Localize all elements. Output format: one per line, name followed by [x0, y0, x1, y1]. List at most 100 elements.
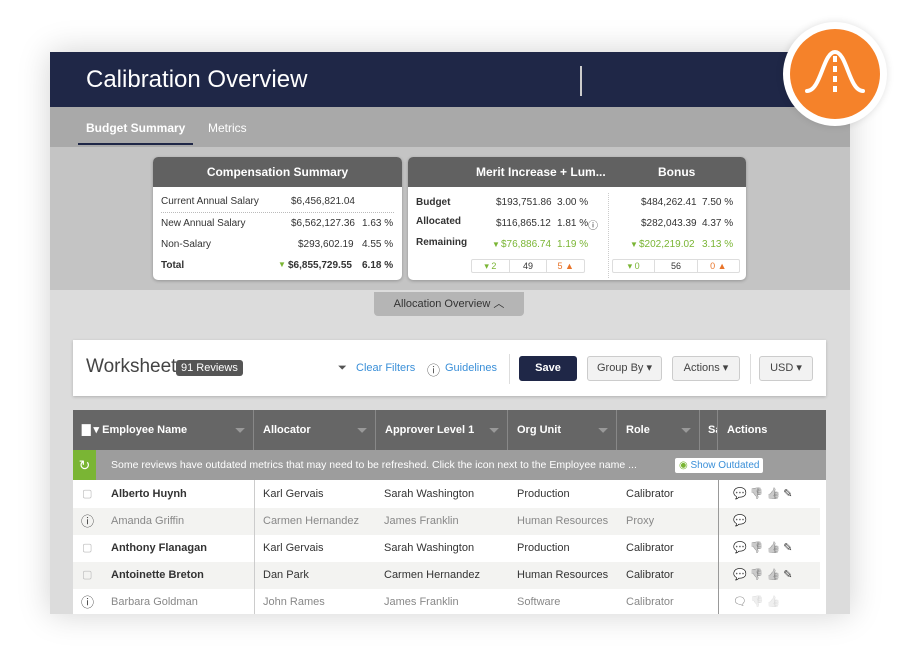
- guidelines-link[interactable]: Guidelines: [445, 362, 497, 374]
- chevron-up-icon: ︿: [493, 298, 505, 310]
- count-below: ▾ 0: [613, 260, 656, 272]
- compensation-summary-card: Compensation Summary Current Annual Sala…: [153, 157, 402, 280]
- row-label: New Annual Salary: [161, 218, 246, 229]
- row-checkbox[interactable]: ▢: [82, 535, 92, 562]
- thumbs-up-icon[interactable]: 👍: [767, 596, 781, 608]
- comment-icon[interactable]: 💬: [733, 542, 747, 554]
- worksheet-toolbar: Worksheet 91 Reviews ⏷ Clear Filters ⓘ G…: [73, 340, 826, 396]
- edit-icon[interactable]: ✎: [783, 488, 792, 500]
- group-by-dropdown[interactable]: Group By ▾: [587, 356, 662, 381]
- actions-dropdown[interactable]: Actions ▾: [672, 356, 740, 381]
- allocator: Karl Gervais: [263, 542, 324, 554]
- info-icon[interactable]: ⓘ: [81, 589, 94, 614]
- bonus-title: Bonus: [658, 165, 696, 179]
- row-label: Non-Salary: [161, 239, 212, 250]
- thumbs-down-icon[interactable]: 👎: [750, 596, 764, 608]
- row-checkbox[interactable]: ▢: [82, 481, 92, 508]
- refresh-icon: ◉: [679, 460, 688, 471]
- allocator: Carmen Hernandez: [263, 515, 359, 527]
- thumbs-up-icon[interactable]: 👍: [767, 542, 781, 554]
- row-label: Allocated: [416, 216, 462, 227]
- card-title: Compensation Summary: [153, 157, 402, 187]
- info-icon[interactable]: ⓘ: [81, 508, 94, 535]
- column-label: Allocator: [263, 424, 311, 436]
- thumbs-down-icon[interactable]: 👎: [750, 542, 764, 554]
- filter-icon[interactable]: ⏷: [489, 410, 499, 450]
- row-value: $6,562,127.36: [291, 218, 355, 229]
- row-pct: 4.55 %: [362, 239, 394, 250]
- row-label: Remaining: [416, 237, 468, 248]
- select-all-checkbox[interactable]: ▇: [82, 424, 90, 436]
- comment-icon[interactable]: 🗨: [733, 596, 747, 608]
- table-row[interactable]: ⓘ Barbara Goldman John Rames James Franklin…: [73, 589, 820, 614]
- bonus-counts: ▾ 0 56 0 ▲: [612, 259, 740, 273]
- refresh-icon[interactable]: ↻: [73, 450, 96, 480]
- table-row[interactable]: ▢ Anthony Flanagan Karl Gervais Sarah Washi…: [73, 535, 820, 562]
- edit-icon[interactable]: ✎: [783, 569, 792, 581]
- column-label: Org Unit: [517, 424, 561, 436]
- allocator: Karl Gervais: [263, 488, 324, 500]
- filter-icon[interactable]: ⏷: [235, 410, 245, 450]
- comment-icon[interactable]: 💬: [733, 488, 747, 500]
- info-icon[interactable]: ⓘ: [588, 217, 598, 232]
- comment-icon[interactable]: 💬: [733, 569, 747, 581]
- comment-icon[interactable]: 💬: [733, 515, 747, 527]
- actions-label: Actions: [683, 362, 720, 374]
- org-unit: Production: [517, 488, 570, 500]
- table-row[interactable]: ⓘ Amanda Griffin Carmen Hernandez James Fra…: [73, 508, 820, 535]
- reviews-badge: 91 Reviews: [176, 360, 243, 376]
- count-within: 49: [510, 260, 548, 272]
- row-checkbox[interactable]: ▢: [82, 562, 92, 589]
- allocation-overview-toggle[interactable]: Allocation Overview ︿: [374, 292, 524, 316]
- approver: James Franklin: [384, 596, 459, 608]
- approver: Sarah Washington: [384, 488, 475, 500]
- column-org-unit[interactable]: Org Unit ⏷: [508, 410, 617, 450]
- table-row[interactable]: ▢ Alberto Huynh Karl Gervais Sarah Washingt…: [73, 481, 820, 508]
- edit-icon[interactable]: ✎: [783, 542, 792, 554]
- reviews-table: ▇ ▾ Employee Name ⏷ Allocator ⏷ Approver L…: [73, 410, 826, 614]
- clear-filter-icon: ⏷: [338, 362, 347, 374]
- row-label: Current Annual Salary: [161, 196, 259, 207]
- tab-budget-summary[interactable]: Budget Summary: [78, 121, 194, 145]
- row-value: $293,602.19: [298, 239, 354, 250]
- currency-dropdown[interactable]: USD ▾: [759, 356, 813, 381]
- clear-filters-link[interactable]: Clear Filters: [356, 362, 415, 374]
- thumbs-down-icon[interactable]: 👎: [750, 488, 764, 500]
- column-role[interactable]: Role ⏷: [617, 410, 700, 450]
- bell-curve-icon: [790, 29, 880, 119]
- tab-metrics[interactable]: Metrics: [208, 121, 247, 135]
- filter-icon[interactable]: ⏷: [681, 410, 691, 450]
- page-title: Calibration Overview: [86, 66, 308, 93]
- bonus-remaining: $202,219.02: [639, 239, 695, 250]
- count-within: 56: [655, 260, 698, 272]
- show-outdated-label: Show Outdated: [690, 460, 760, 471]
- row-value: $6,855,729.55: [288, 260, 352, 271]
- column-approver[interactable]: Approver Level 1 ⏷: [376, 410, 508, 450]
- card-header: Merit Increase + Lum... Bonus: [408, 157, 746, 187]
- merit-remaining: $76,886.74: [501, 239, 552, 250]
- role: Calibrator: [626, 488, 674, 500]
- count-above: 5 ▲: [557, 261, 574, 271]
- column-allocator[interactable]: Allocator ⏷: [254, 410, 376, 450]
- merit-counts: ▾ 2 49 5 ▲: [471, 259, 585, 273]
- bonus-allocated-pct: 4.37 %: [702, 218, 734, 229]
- org-unit: Production: [517, 542, 570, 554]
- save-button[interactable]: Save: [519, 356, 577, 381]
- show-outdated-button[interactable]: ◉ Show Outdated: [675, 458, 764, 473]
- column-sa[interactable]: Sa: [700, 410, 718, 450]
- filter-icon[interactable]: ⏷: [598, 410, 608, 450]
- row-actions: 🗨 👎 👍: [733, 589, 781, 614]
- role: Calibrator: [626, 596, 674, 608]
- down-arrow-icon: ▼: [278, 260, 286, 269]
- column-employee-name[interactable]: ▇ ▾ Employee Name ⏷: [73, 410, 254, 450]
- thumbs-up-icon[interactable]: 👍: [767, 569, 781, 581]
- thumbs-down-icon[interactable]: 👎: [750, 569, 764, 581]
- down-arrow-icon: ▼: [492, 240, 500, 249]
- currency-label: USD: [770, 362, 794, 374]
- column-label: Sa: [708, 424, 717, 436]
- table-row[interactable]: ▢ Antoinette Breton Dan Park Carmen Hernand…: [73, 562, 820, 589]
- merit-title: Merit Increase + Lum...: [476, 165, 606, 179]
- thumbs-up-icon[interactable]: 👍: [767, 488, 781, 500]
- filter-icon[interactable]: ⏷: [357, 410, 367, 450]
- banner-text: Some reviews have outdated metrics that …: [111, 459, 637, 471]
